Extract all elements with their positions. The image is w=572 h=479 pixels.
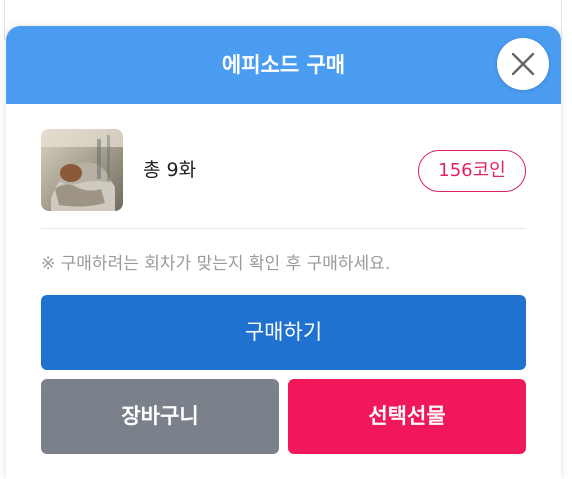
modal-title: 에피소드 구매: [221, 53, 346, 77]
cover-thumbnail: [41, 129, 123, 211]
episode-count: 총 9화: [143, 159, 197, 181]
episode-summary: 총 9화 156코인: [41, 129, 526, 211]
close-button[interactable]: [497, 38, 549, 90]
divider: [41, 228, 526, 229]
price-badge: 156코인: [418, 150, 526, 192]
close-icon: [511, 52, 535, 76]
purchase-modal: 에피소드 구매 총 9화 156코인 ※ 구매하려는 회차가 맞는지 확인 후 …: [6, 26, 561, 479]
modal-header: 에피소드 구매: [6, 26, 561, 104]
purchase-notice: ※ 구매하려는 회차가 맞는지 확인 후 구매하세요.: [41, 254, 391, 274]
background-edge: [561, 0, 562, 40]
background-edge: [4, 0, 5, 40]
cart-button[interactable]: 장바구니: [41, 379, 279, 454]
buy-button[interactable]: 구매하기: [41, 295, 526, 370]
gift-button[interactable]: 선택선물: [288, 379, 526, 454]
